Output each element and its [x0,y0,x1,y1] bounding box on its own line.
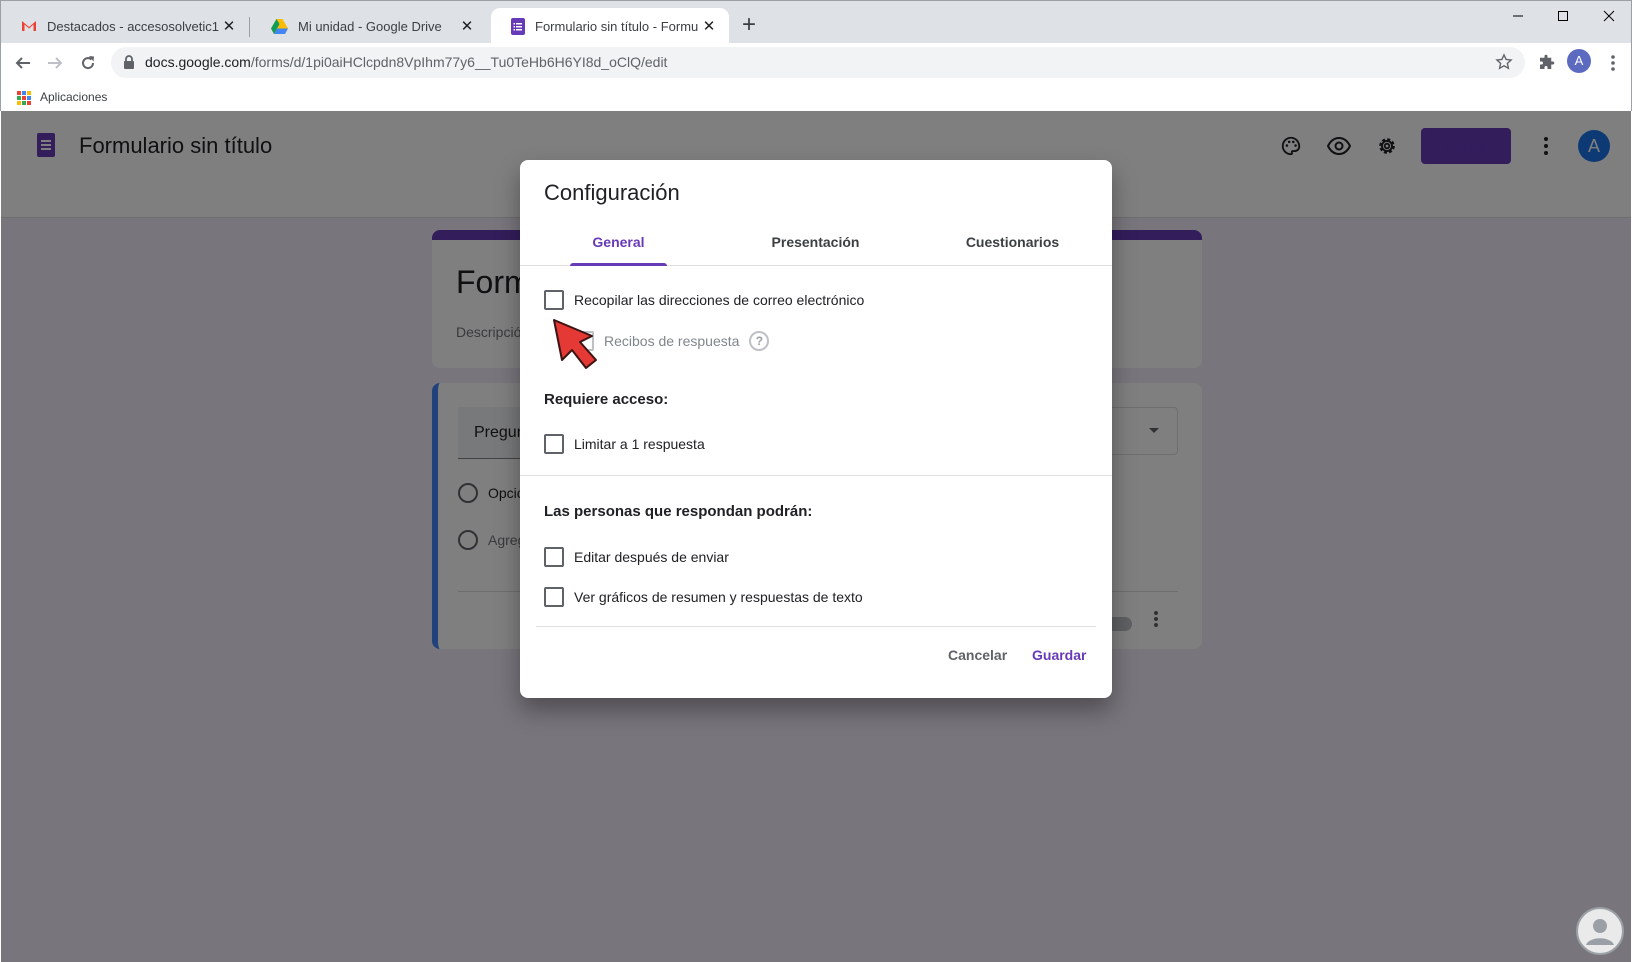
forms-icon [511,17,525,35]
more-vert-icon [1611,55,1615,71]
edit-after-submit-checkbox[interactable] [544,547,564,567]
arrow-right-icon [48,57,63,69]
reload-icon [82,56,95,70]
back-button[interactable] [11,51,35,75]
edit-after-submit-label: Editar después de enviar [574,549,729,565]
reload-button[interactable] [76,51,100,75]
arrow-left-icon [15,57,30,69]
tab-quizzes[interactable]: Cuestionarios [914,222,1111,266]
address-bar[interactable]: docs.google.com/forms/d/1pi0aiHClcpdn8Vp… [111,47,1525,78]
save-button[interactable]: Guardar [1032,647,1086,663]
settings-dialog: Configuración General Presentación Cuest… [520,160,1112,698]
lock-icon [124,55,134,69]
dialog-title: Configuración [544,180,680,205]
bookmarks-bar: Aplicaciones [0,83,1632,111]
forward-button[interactable] [43,51,67,75]
tab-gmail[interactable]: Destacados - accesosolvetic1@g ✕ [1,8,249,44]
browser-toolbar: docs.google.com/forms/d/1pi0aiHClcpdn8Vp… [0,43,1632,83]
cancel-button[interactable]: Cancelar [948,647,1007,663]
tab-presentation[interactable]: Presentación [717,222,914,266]
help-icon[interactable]: ? [749,331,770,351]
collect-emails-label: Recopilar las direcciones de correo elec… [574,292,865,308]
browser-tabstrip: Destacados - accesosolvetic1@g ✕ Mi unid… [0,0,1632,44]
footer-divider [536,626,1096,627]
new-tab-button[interactable]: + [737,13,761,39]
red-arrow-pointer-icon [553,319,597,369]
see-summary-checkbox[interactable] [544,587,564,607]
collect-emails-checkbox[interactable] [544,290,564,310]
maximize-icon [1558,11,1568,21]
browser-menu-button[interactable] [1601,51,1625,75]
limit-one-response-label: Limitar a 1 respuesta [574,436,705,452]
tab-general[interactable]: General [520,222,717,266]
watermark-logo-icon [1576,907,1624,955]
response-receipts-option: Recibos de respuesta ? [574,331,770,351]
gmail-icon [22,21,36,31]
section-divider [520,475,1112,476]
url-text: docs.google.com/forms/d/1pi0aiHClcpdn8Vp… [145,54,668,70]
tab-title: Mi unidad - Google Drive [298,18,442,34]
respondents-can-heading: Las personas que respondan podrán: [544,503,813,520]
close-tab-icon[interactable]: ✕ [457,17,477,35]
minimize-icon [1513,15,1523,17]
star-icon[interactable] [1495,53,1513,71]
close-icon [1603,10,1615,22]
profile-avatar[interactable]: A [1567,49,1591,73]
see-summary-option[interactable]: Ver gráficos de resumen y respuestas de … [544,587,863,607]
maximize-button[interactable] [1543,5,1583,27]
limit-one-response-checkbox[interactable] [544,434,564,454]
edit-after-submit-option[interactable]: Editar después de enviar [544,547,729,567]
see-summary-label: Ver gráficos de resumen y respuestas de … [574,589,863,605]
extensions-button[interactable] [1534,51,1558,75]
close-tab-icon[interactable]: ✕ [219,17,239,35]
close-tab-icon[interactable]: ✕ [699,17,719,35]
apps-grid-icon[interactable] [17,91,31,105]
settings-tabs: General Presentación Cuestionarios [520,222,1112,266]
requires-access-heading: Requiere acceso: [544,391,669,408]
tab-forms[interactable]: Formulario sin título - Formulario ✕ [491,8,729,44]
bookmark-apps[interactable]: Aplicaciones [40,90,107,104]
puzzle-icon [1540,54,1555,69]
drive-icon [271,18,288,34]
tab-separator [249,17,250,37]
limit-one-response-option[interactable]: Limitar a 1 respuesta [544,434,705,454]
collect-emails-option[interactable]: Recopilar las direcciones de correo elec… [544,290,864,310]
tab-drive[interactable]: Mi unidad - Google Drive ✕ [251,8,487,44]
tab-title: Destacados - accesosolvetic1@g [47,18,219,34]
tab-title: Formulario sin título - Formulario [535,18,699,34]
window-close-button[interactable] [1589,5,1629,27]
response-receipts-label: Recibos de respuesta [604,333,740,349]
minimize-button[interactable] [1498,5,1538,27]
